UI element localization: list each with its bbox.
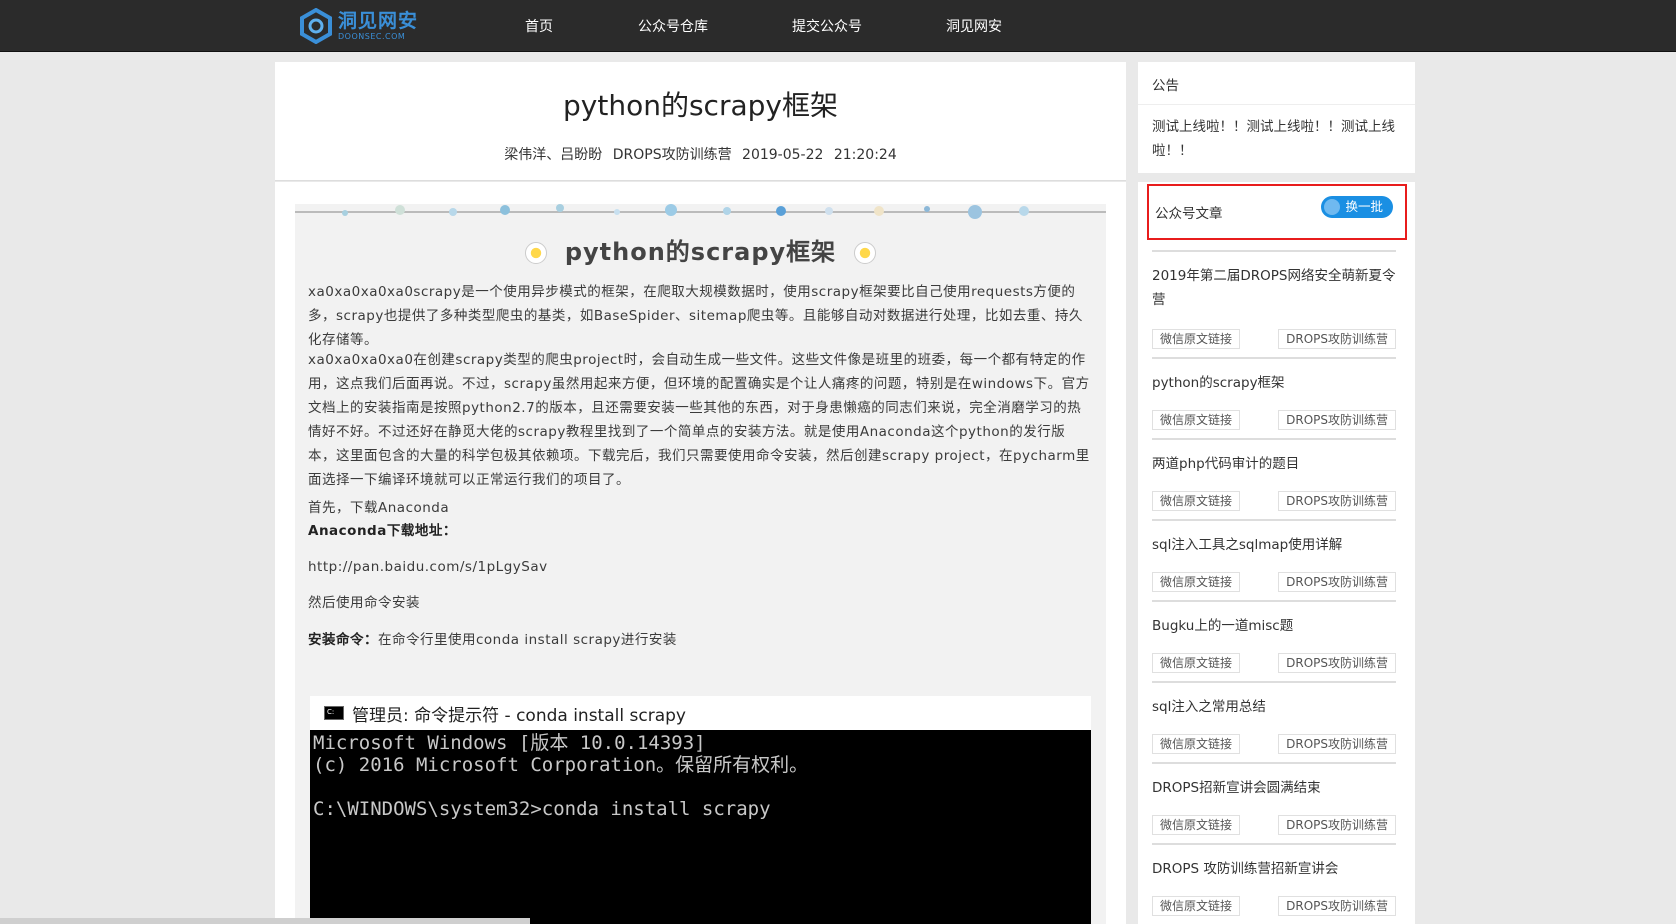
cmd-screenshot: 管理员: 命令提示符 - conda install scrapy Micros… (310, 696, 1091, 924)
paragraph-project: xa0xa0xa0xa0在创建scrapy类型的爬虫project时，会自动生成… (308, 352, 1090, 488)
account-tag[interactable]: DROPS攻防训练营 (1278, 653, 1396, 673)
logo-text: 洞见网安 (338, 9, 419, 32)
wechat-link-tag[interactable]: 微信原文链接 (1152, 329, 1241, 349)
paragraph-intro: xa0xa0xa0xa0scrapy是一个使用异步模式的框架，在爬取大规模数据时… (308, 284, 1083, 348)
download-label: Anaconda下载地址： (308, 523, 457, 539)
list-item-title[interactable]: DROPS 攻防训练营招新宣讲会 (1152, 857, 1396, 881)
list-item-title[interactable]: DROPS招新宣讲会圆满结束 (1152, 776, 1396, 800)
list-item: sql注入工具之sqlmap使用详解 微信原文链接 DROPS攻防训练营 (1152, 519, 1396, 600)
list-item-title[interactable]: python的scrapy框架 (1152, 371, 1396, 395)
content-title: python的scrapy框架 (295, 232, 1106, 267)
list-item-title[interactable]: 两道php代码审计的题目 (1152, 452, 1396, 476)
article-content: python的scrapy框架 xa0xa0xa0xa0scrapy是一个使用异… (295, 204, 1106, 924)
paragraph-install: 然后使用命令安装 (308, 595, 420, 611)
nav-doonsec[interactable]: 洞见网安 (946, 16, 1002, 36)
list-item-title[interactable]: 2019年第二届DROPS网络安全萌新夏令营 (1152, 264, 1396, 312)
wechat-link-tag[interactable]: 微信原文链接 (1152, 653, 1241, 673)
account-tag[interactable]: DROPS攻防训练营 (1278, 491, 1396, 511)
account-articles-panel: 公众号文章 换一批 2019年第二届DROPS网络安全萌新夏令营 微信原文链接 … (1138, 182, 1415, 924)
list-item: 两道php代码审计的题目 微信原文链接 DROPS攻防训练营 (1152, 438, 1396, 519)
account-tag[interactable]: DROPS攻防训练营 (1278, 734, 1396, 754)
wechat-link-tag[interactable]: 微信原文链接 (1152, 896, 1241, 916)
articles-header: 公众号文章 换一批 (1147, 184, 1407, 240)
article-title: python的scrapy框架 (563, 89, 838, 122)
list-item-title[interactable]: sql注入之常用总结 (1152, 695, 1396, 719)
account-tag[interactable]: DROPS攻防训练营 (1278, 410, 1396, 430)
notice-panel: 公告 测试上线啦！！测试上线啦！！测试上线啦！！ (1138, 62, 1415, 173)
nav-home[interactable]: 首页 (525, 16, 553, 36)
wechat-link-tag[interactable]: 微信原文链接 (1152, 734, 1241, 754)
article-authors: 梁伟洋、吕盼盼 (504, 147, 603, 163)
list-item: python的scrapy框架 微信原文链接 DROPS攻防训练营 (1152, 357, 1396, 438)
decorative-dot-line (295, 204, 1106, 219)
articles-title: 公众号文章 (1155, 206, 1223, 222)
cmd-output: Microsoft Windows [版本 10.0.14393] (c) 20… (310, 730, 1091, 924)
account-tag[interactable]: DROPS攻防训练营 (1278, 572, 1396, 592)
install-command-line: 安装命令：在命令行里使用conda install scrapy进行安装 (308, 632, 677, 648)
article-account[interactable]: DROPS攻防训练营 (613, 147, 732, 163)
wechat-link-tag[interactable]: 微信原文链接 (1152, 815, 1241, 835)
nav-submit-account[interactable]: 提交公众号 (792, 16, 862, 36)
list-item: DROPS招新宣讲会圆满结束 微信原文链接 DROPS攻防训练营 (1152, 762, 1396, 843)
account-tag[interactable]: DROPS攻防训练营 (1278, 815, 1396, 835)
refresh-batch-button[interactable]: 换一批 (1321, 196, 1393, 218)
notice-text: 测试上线啦！！测试上线啦！！测试上线啦！！ (1152, 119, 1395, 159)
article-list: 2019年第二届DROPS网络安全萌新夏令营 微信原文链接 DROPS攻防训练营… (1152, 250, 1396, 924)
list-item: Bugku上的一道misc题 微信原文链接 DROPS攻防训练营 (1152, 600, 1396, 681)
horizontal-scrollbar[interactable] (0, 918, 530, 924)
paragraph-download: 首先，下载Anaconda (308, 500, 450, 516)
notice-title: 公告 (1138, 62, 1415, 105)
article-meta: 梁伟洋、吕盼盼 DROPS攻防训练营 2019-05-22 21:20:24 (275, 144, 1126, 164)
wechat-link-tag[interactable]: 微信原文链接 (1152, 410, 1241, 430)
account-tag[interactable]: DROPS攻防训练营 (1278, 896, 1396, 916)
logo-domain: DOONSEC.COM (338, 31, 406, 41)
cmd-titlebar: 管理员: 命令提示符 - conda install scrapy (310, 696, 1091, 730)
list-item: 2019年第二届DROPS网络安全萌新夏令营 微信原文链接 DROPS攻防训练营 (1152, 250, 1396, 357)
logo-hex-icon (300, 8, 332, 44)
list-item-title[interactable]: sql注入工具之sqlmap使用详解 (1152, 533, 1396, 557)
sun-ornament-icon (854, 242, 877, 264)
list-item-title[interactable]: Bugku上的一道misc题 (1152, 614, 1396, 638)
list-item: DROPS 攻防训练营招新宣讲会 微信原文链接 DROPS攻防训练营 (1152, 843, 1396, 924)
download-link[interactable]: http://pan.baidu.com/s/1pLgySav (308, 555, 1090, 579)
account-tag[interactable]: DROPS攻防训练营 (1278, 329, 1396, 349)
article-body: python的scrapy框架 xa0xa0xa0xa0scrapy是一个使用异… (275, 182, 1126, 924)
wechat-link-tag[interactable]: 微信原文链接 (1152, 572, 1241, 592)
wechat-link-tag[interactable]: 微信原文链接 (1152, 491, 1241, 511)
top-navbar: 洞见网安 DOONSEC.COM 首页 公众号仓库 提交公众号 洞见网安 (0, 0, 1676, 52)
site-logo[interactable]: 洞见网安 DOONSEC.COM (298, 6, 432, 46)
list-item: sql注入之常用总结 微信原文链接 DROPS攻防训练营 (1152, 681, 1396, 762)
cmd-title: 管理员: 命令提示符 - conda install scrapy (352, 705, 686, 726)
article-header: python的scrapy框架 梁伟洋、吕盼盼 DROPS攻防训练营 2019-… (275, 62, 1126, 181)
article-date: 2019-05-22 21:20:24 (742, 147, 897, 163)
nav-account-repo[interactable]: 公众号仓库 (638, 16, 708, 36)
terminal-icon (324, 706, 344, 720)
sun-ornament-icon (524, 242, 547, 264)
